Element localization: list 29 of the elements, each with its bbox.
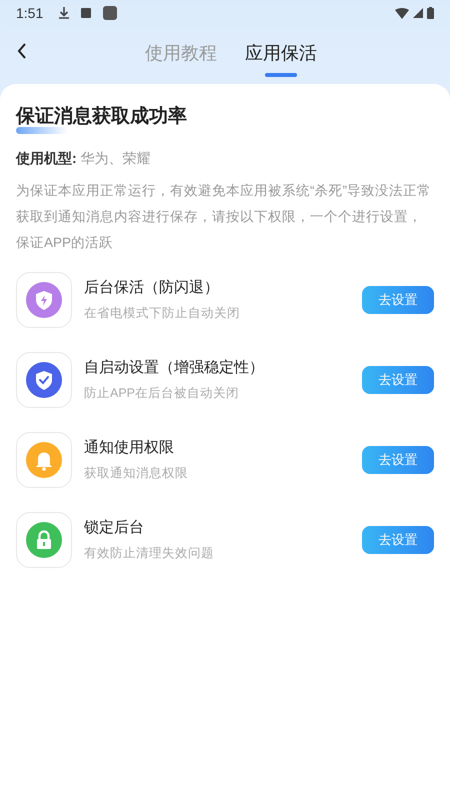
shield-icon <box>26 282 62 318</box>
wifi-icon <box>395 8 409 18</box>
back-icon[interactable] <box>17 43 27 59</box>
model-value: 华为、荣耀 <box>80 149 151 168</box>
shield-icon <box>26 362 62 398</box>
permission-title: 锁定后台 <box>84 518 145 538</box>
settings-button[interactable]: 去设置 <box>362 366 434 394</box>
app-icon <box>103 6 118 20</box>
permission-subtitle: 获取通知消息权限 <box>84 464 189 482</box>
permission-subtitle: 防止APP在后台被自动关闭 <box>84 384 240 402</box>
battery-icon <box>427 7 434 19</box>
permission-title: 后台保活（防闪退） <box>84 278 220 298</box>
lock-icon <box>26 522 62 558</box>
signal-icon <box>413 8 423 18</box>
title-highlight <box>16 127 68 134</box>
settings-button[interactable]: 去设置 <box>362 526 434 554</box>
tab[interactable]: 使用教程 <box>145 33 217 73</box>
description-text: 为保证本应用正常运行，有效避免本应用被系统“杀死”导致没法正常获取到通知消息内容进行保存，请按以下权限，一个个进行设置，保证APP的活跃 <box>16 182 432 252</box>
bell-icon <box>26 442 62 478</box>
status-time: 1:51 <box>16 4 44 22</box>
settings-button[interactable]: 去设置 <box>362 446 434 474</box>
permission-subtitle: 在省电模式下防止自动关闭 <box>84 304 241 322</box>
permission-title: 自启动设置（增强稳定性） <box>84 358 265 378</box>
permission-title: 通知使用权限 <box>84 438 175 458</box>
permission-subtitle: 有效防止清理失效问题 <box>84 544 215 562</box>
section-title: 保证消息获取成功率 <box>16 106 187 127</box>
download-icon <box>59 7 70 19</box>
settings-button[interactable]: 去设置 <box>362 286 434 314</box>
model-label: 使用机型: <box>16 149 77 168</box>
